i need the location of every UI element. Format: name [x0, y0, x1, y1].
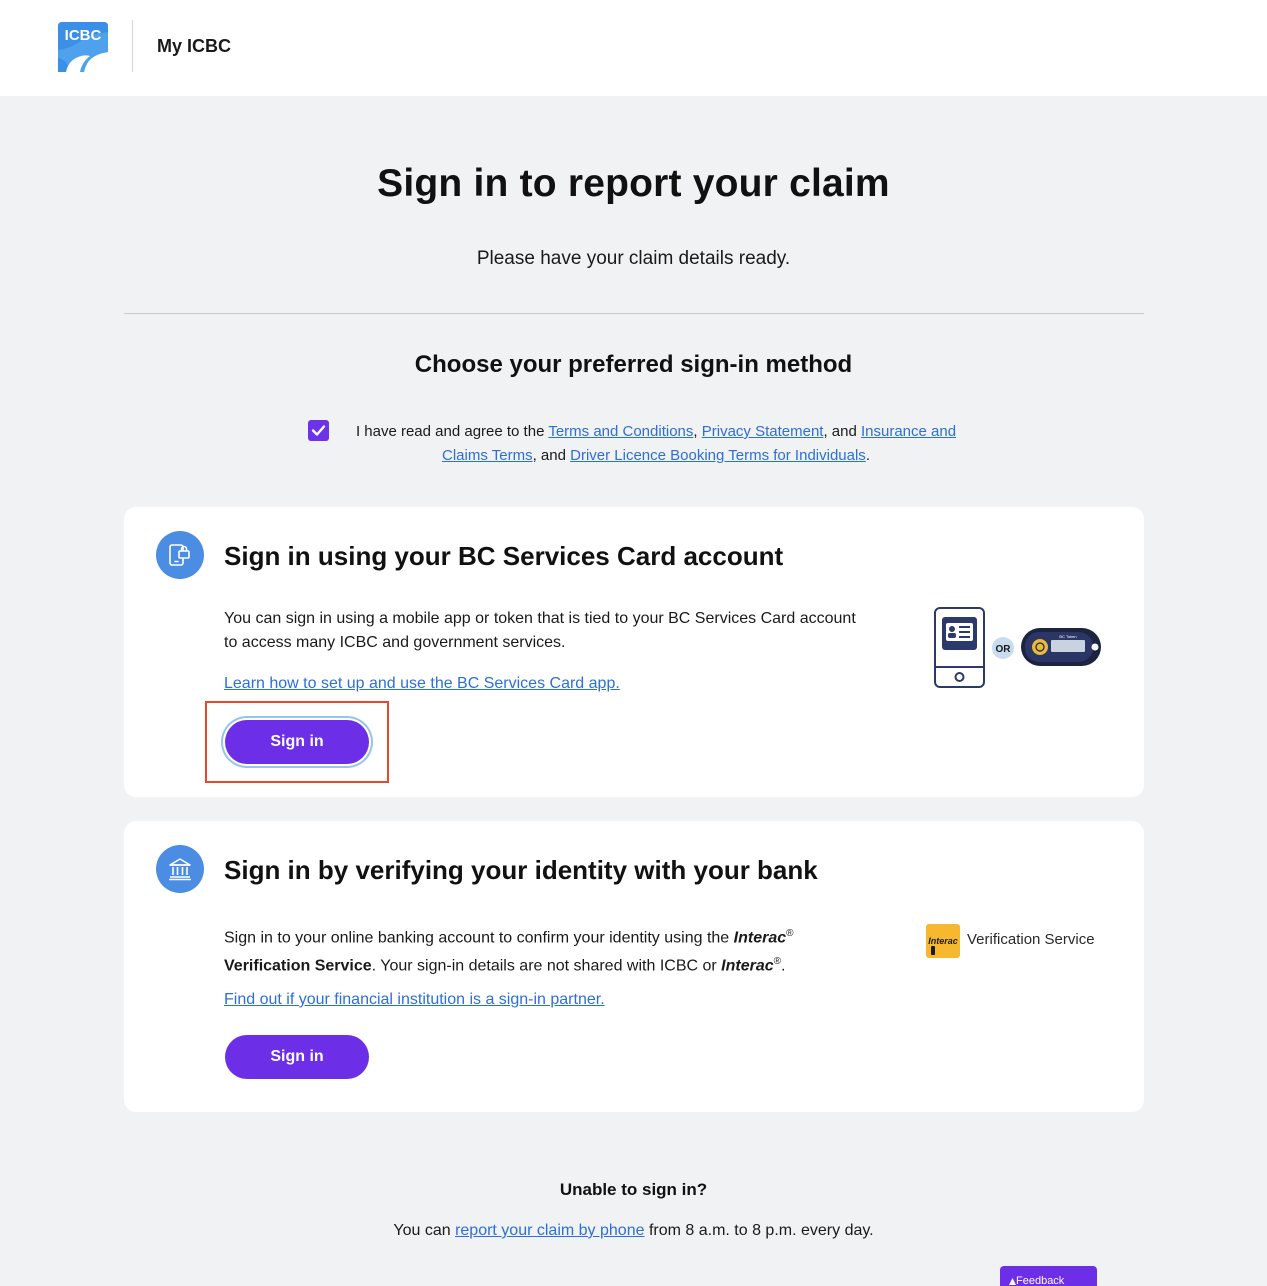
- bank-body-text: . Your sign-in details are not shared wi…: [371, 957, 722, 975]
- bcsc-sign-in-button[interactable]: Sign in: [225, 720, 369, 764]
- registered-mark: ®: [786, 928, 794, 939]
- bcsc-card-title: Sign in using your BC Services Card acco…: [224, 541, 784, 571]
- bank-card-description: Sign in to your online banking account t…: [224, 922, 864, 979]
- report-by-phone-link[interactable]: report your claim by phone: [455, 1222, 644, 1239]
- mobile-lock-icon: [156, 531, 204, 579]
- bank-body-text: .: [781, 957, 786, 975]
- phone-line: You can report your claim by phone from …: [0, 1222, 1267, 1240]
- agreement-suffix: .: [865, 447, 870, 464]
- agreement-sep: ,: [693, 423, 702, 440]
- token-label: BC Token: [1059, 634, 1076, 639]
- page-subtitle: Please have your claim details ready.: [476, 248, 791, 269]
- page-title: Sign in to report your claim: [377, 162, 890, 205]
- app-name: My ICBC: [157, 36, 232, 56]
- privacy-link[interactable]: Privacy Statement: [702, 423, 824, 440]
- feedback-icon: [1009, 1278, 1016, 1285]
- agreement-text: I have read and agree to the Terms and C…: [346, 420, 966, 468]
- agreement-prefix: I have read and agree to the: [355, 423, 549, 440]
- unable-title: Unable to sign in?: [559, 1180, 708, 1199]
- bcsc-illustration: OR BC Token: [932, 605, 1112, 695]
- bcsc-sign-in-card: Sign in using your BC Services Card acco…: [124, 507, 1144, 797]
- feedback-label: Feedback: [1016, 1275, 1065, 1286]
- agreement-sep: , and: [532, 447, 571, 464]
- interac-word: Interac: [733, 929, 787, 947]
- bank-sign-in-card: Sign in by verifying your identity with …: [124, 821, 1144, 1112]
- agreement-sep: , and: [823, 423, 861, 440]
- header-divider: [132, 20, 133, 72]
- section-divider: [124, 313, 1144, 314]
- bcsc-card-description: You can sign in using a mobile app or to…: [224, 610, 856, 651]
- registered-mark: ®: [773, 956, 781, 968]
- or-label: OR: [996, 644, 1012, 655]
- logo-text: ICBC: [65, 27, 102, 44]
- interac-logo-word: Interac: [928, 936, 958, 946]
- agreement-checkbox[interactable]: [308, 420, 329, 441]
- bank-sign-in-button[interactable]: Sign in: [225, 1035, 369, 1079]
- bcsc-learn-link[interactable]: Learn how to set up and use the BC Servi…: [224, 675, 620, 693]
- icbc-logo[interactable]: ICBC: [58, 22, 108, 72]
- phone-suffix: from 8 a.m. to 8 p.m. every day.: [644, 1222, 874, 1239]
- terms-link[interactable]: Terms and Conditions: [548, 423, 693, 440]
- verification-service-label: Verification Service: [967, 931, 1095, 948]
- sign-in-method-title: Choose your preferred sign-in method: [414, 351, 853, 378]
- top-bar: ICBC My ICBC: [0, 0, 1267, 96]
- booking-terms-link[interactable]: Driver Licence Booking Terms for Individ…: [570, 447, 866, 464]
- bank-partner-link[interactable]: Find out if your financial institution i…: [224, 991, 605, 1009]
- feedback-button[interactable]: Feedback: [1000, 1266, 1097, 1286]
- verification-service-bold: Verification Service: [224, 957, 372, 975]
- interac-word: Interac: [721, 957, 774, 975]
- bank-body-text: Sign in to your online banking account t…: [224, 929, 734, 947]
- bank-card-title: Sign in by verifying your identity with …: [224, 855, 818, 885]
- phone-prefix: You can: [393, 1222, 456, 1239]
- checkmark-icon: [311, 425, 326, 436]
- bank-icon: [156, 845, 204, 893]
